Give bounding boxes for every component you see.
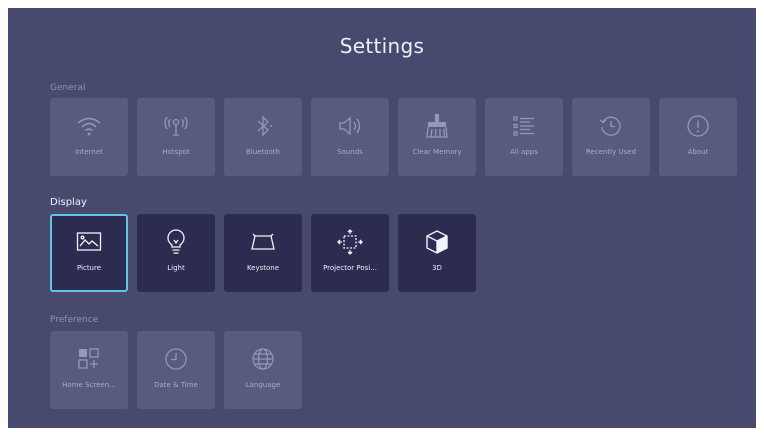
section-label-preference: Preference [50, 315, 99, 325]
page-title: Settings [339, 34, 425, 58]
tile-label: Recently Used [585, 148, 637, 156]
bluetooth-icon [249, 112, 277, 140]
home-screen-icon [75, 345, 103, 373]
tile-label: 3D [432, 264, 442, 272]
tile-recently-used[interactable]: Recently Used [572, 98, 650, 176]
clock-icon [162, 345, 190, 373]
settings-screen: Settings General Internet Hotspot Blueto… [8, 8, 756, 428]
cube-icon [423, 228, 451, 256]
info-icon [684, 112, 712, 140]
wifi-icon [75, 112, 103, 140]
tile-label: Sounds [337, 148, 363, 156]
tile-picture[interactable]: Picture [50, 214, 128, 292]
tile-label: Internet [75, 148, 103, 156]
tile-light[interactable]: Light [137, 214, 215, 292]
picture-icon [75, 228, 103, 256]
tile-all-apps[interactable]: All apps [485, 98, 563, 176]
tile-label: About [687, 148, 709, 156]
tile-label: Projector Posi... [323, 264, 377, 272]
tile-label: Keystone [246, 264, 280, 272]
list-icon [510, 112, 538, 140]
tile-bluetooth[interactable]: Bluetooth [224, 98, 302, 176]
speaker-icon [336, 112, 364, 140]
lightbulb-icon [162, 228, 190, 256]
tile-hotspot[interactable]: Hotspot [137, 98, 215, 176]
tile-internet[interactable]: Internet [50, 98, 128, 176]
tile-date-time[interactable]: Date & Time [137, 331, 215, 409]
tile-label: Date & Time [154, 381, 198, 389]
tile-label: Home Screen... [62, 381, 116, 389]
tile-home-screen[interactable]: Home Screen... [50, 331, 128, 409]
projector-position-icon [336, 228, 364, 256]
history-icon [597, 112, 625, 140]
section-label-display: Display [50, 197, 87, 208]
tile-sounds[interactable]: Sounds [311, 98, 389, 176]
tile-3d[interactable]: 3D [398, 214, 476, 292]
tile-label: Light [167, 264, 185, 272]
tile-keystone[interactable]: Keystone [224, 214, 302, 292]
tile-label: Clear Memory [412, 148, 462, 156]
tile-label: Language [245, 381, 281, 389]
globe-icon [249, 345, 277, 373]
tile-projector-position[interactable]: Projector Posi... [311, 214, 389, 292]
preference-row: Home Screen... Date & Time Language [50, 331, 302, 409]
hotspot-icon [162, 112, 190, 140]
keystone-icon [249, 228, 277, 256]
section-label-general: General [50, 83, 86, 93]
display-row: Picture Light Keystone Projector Posi...… [50, 214, 476, 292]
tile-label: All apps [510, 148, 538, 156]
broom-icon [423, 112, 451, 140]
tile-label: Bluetooth [246, 148, 280, 156]
tile-clear-memory[interactable]: Clear Memory [398, 98, 476, 176]
tile-language[interactable]: Language [224, 331, 302, 409]
tile-about[interactable]: About [659, 98, 737, 176]
tile-label: Hotspot [162, 148, 190, 156]
tile-label: Picture [76, 264, 102, 272]
general-row: Internet Hotspot Bluetooth Sounds Clear … [50, 98, 737, 176]
